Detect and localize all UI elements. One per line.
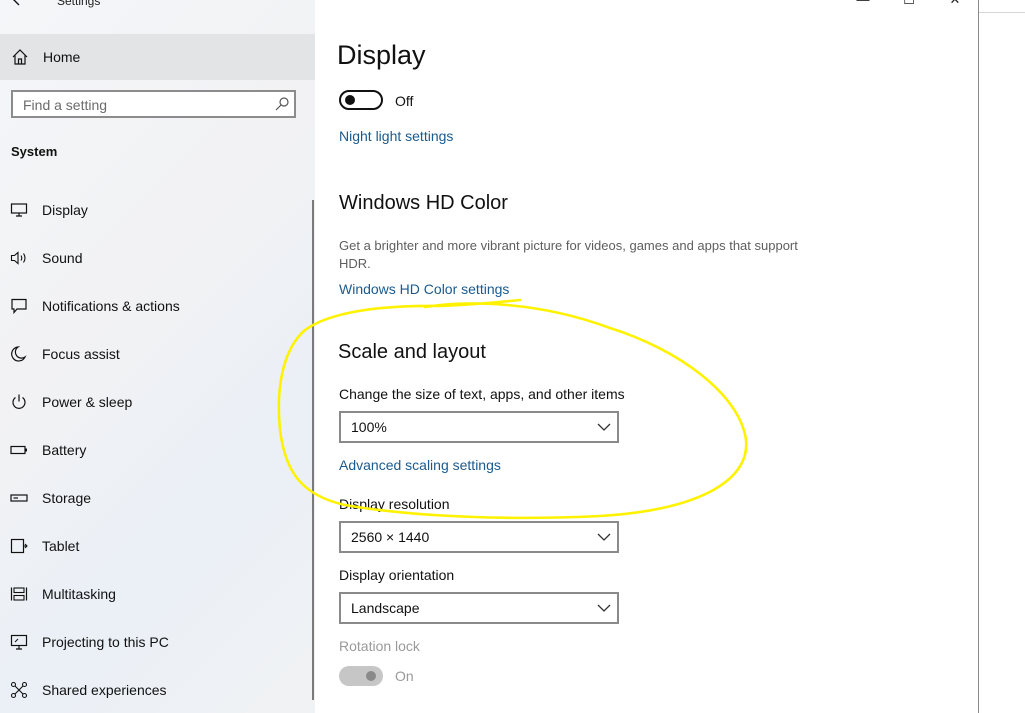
sidebar-item-shared-experiences[interactable]: Shared experiences <box>0 668 312 712</box>
sidebar-item-label: Notifications & actions <box>42 298 180 314</box>
window-border <box>978 0 979 713</box>
rotation-lock-toggle[interactable] <box>339 666 383 686</box>
search-input[interactable] <box>21 95 265 115</box>
chevron-down-icon <box>597 533 611 541</box>
sidebar-item-multitasking[interactable]: Multitasking <box>0 572 312 616</box>
sidebar-item-label: Tablet <box>42 538 80 554</box>
sidebar-item-label: Power & sleep <box>42 394 133 410</box>
rotation-lock-state: On <box>395 668 414 684</box>
message-icon <box>11 298 27 315</box>
scale-label: Change the size of text, apps, and other… <box>339 386 625 402</box>
moon-icon <box>11 346 27 362</box>
monitor-icon <box>10 203 28 217</box>
sidebar-item-label: Storage <box>42 490 92 506</box>
orientation-label: Display orientation <box>339 567 455 583</box>
toggle-knob <box>345 95 355 105</box>
sidebar-item-notifications[interactable]: Notifications & actions <box>0 284 312 328</box>
background-window-edge <box>979 12 1025 13</box>
speaker-icon <box>10 251 26 265</box>
sidebar-item-label: Focus assist <box>42 346 120 362</box>
orientation-dropdown[interactable]: Landscape <box>339 592 619 624</box>
sidebar-item-power-sleep[interactable]: Power & sleep <box>0 380 312 424</box>
sidebar-item-sound[interactable]: Sound <box>0 236 312 280</box>
sidebar-item-display[interactable]: Display <box>0 188 312 232</box>
hd-color-description: Get a brighter and more vibrant picture … <box>339 238 798 271</box>
resolution-dropdown[interactable]: 2560 × 1440 <box>339 521 619 553</box>
tablet-icon <box>10 538 28 554</box>
chevron-down-icon <box>597 604 611 612</box>
rotation-lock-label: Rotation lock <box>339 638 420 654</box>
scale-layout-heading: Scale and layout <box>338 341 486 363</box>
search-icon[interactable] <box>274 96 290 112</box>
sidebar-item-projecting[interactable]: Projecting to this PC <box>0 620 312 664</box>
multitasking-icon <box>10 587 28 601</box>
search-box[interactable] <box>11 90 296 118</box>
app-title: Settings <box>57 0 101 8</box>
sidebar-scrollbar[interactable] <box>312 200 314 700</box>
advanced-scaling-link[interactable]: Advanced scaling settings <box>339 457 501 473</box>
scale-dropdown[interactable]: 100% <box>339 411 619 443</box>
sidebar-item-label: Home <box>43 49 81 65</box>
toggle-knob <box>366 671 376 681</box>
battery-icon <box>10 445 27 455</box>
sidebar-item-label: Battery <box>42 442 87 458</box>
scale-value: 100% <box>351 419 387 435</box>
hd-color-settings-link[interactable]: Windows HD Color settings <box>339 281 509 297</box>
home-icon <box>12 49 28 65</box>
arrow-left-icon <box>13 0 20 6</box>
chevron-down-icon <box>597 423 611 431</box>
resolution-value: 2560 × 1440 <box>351 529 430 545</box>
main-content: Display Off Night light settings Windows… <box>315 0 978 713</box>
page-title: Display <box>337 40 426 70</box>
orientation-value: Landscape <box>351 600 420 616</box>
settings-window: Settings Home System Display <box>0 0 978 713</box>
resolution-label: Display resolution <box>339 496 450 512</box>
sidebar-item-label: Sound <box>42 250 83 266</box>
night-light-state: Off <box>395 93 414 109</box>
projector-icon <box>10 634 28 650</box>
shared-icon <box>10 681 28 699</box>
sidebar-item-battery[interactable]: Battery <box>0 428 312 472</box>
sidebar-item-storage[interactable]: Storage <box>0 476 312 520</box>
storage-icon <box>10 494 28 502</box>
sidebar-item-label: Display <box>42 202 88 218</box>
night-light-settings-link[interactable]: Night light settings <box>339 128 453 144</box>
sidebar-item-label: Projecting to this PC <box>42 634 169 650</box>
sidebar-item-label: Multitasking <box>42 586 116 602</box>
night-light-toggle[interactable] <box>339 90 383 110</box>
section-title: System <box>11 144 58 159</box>
sidebar-item-home[interactable]: Home <box>0 34 315 80</box>
sidebar-item-tablet[interactable]: Tablet <box>0 524 312 568</box>
sidebar-item-focus-assist[interactable]: Focus assist <box>0 332 312 376</box>
sidebar-item-label: Shared experiences <box>42 682 167 698</box>
sidebar: Settings Home System Display <box>0 0 315 713</box>
power-icon <box>12 394 26 409</box>
back-button[interactable] <box>10 0 30 8</box>
hd-color-heading: Windows HD Color <box>339 192 508 214</box>
